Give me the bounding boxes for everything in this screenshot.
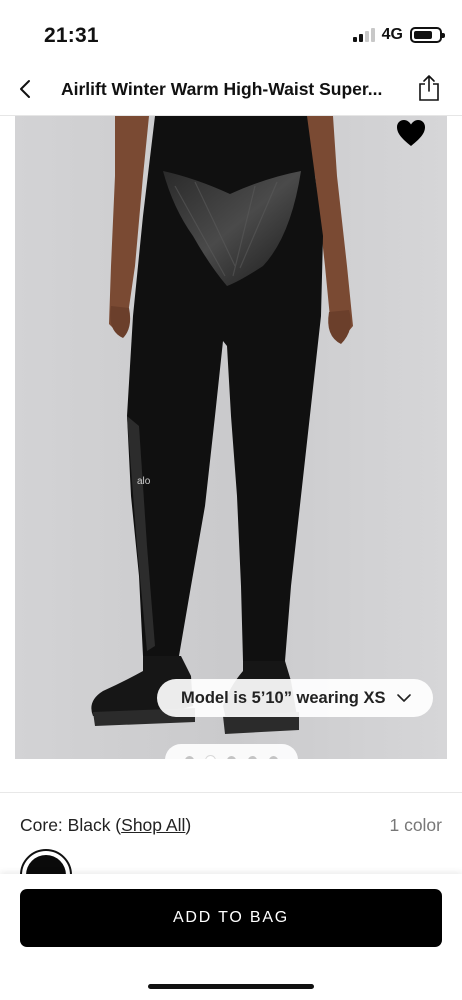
color-row: Core: Black (Shop All) 1 color [20, 815, 442, 839]
pagination-dot-active[interactable] [206, 755, 215, 759]
status-bar: 21:31 4G [0, 0, 462, 62]
pagination-dot[interactable] [269, 755, 278, 759]
product-header: Airlift Winter Warm High-Waist Super... [0, 62, 462, 116]
share-button[interactable] [414, 72, 444, 104]
battery-icon [410, 27, 445, 43]
divider [0, 792, 462, 793]
color-count: 1 color [389, 815, 442, 835]
product-image-gallery[interactable]: alo Model is 5’10” wearing XS [15, 116, 447, 759]
page-title: Airlift Winter Warm High-Waist Super... [61, 79, 383, 99]
status-time: 21:31 [44, 24, 99, 47]
bottom-bar: ADD TO BAG [0, 874, 462, 1000]
share-icon [419, 75, 439, 101]
network-type: 4G [381, 26, 403, 43]
product-photo: alo [15, 116, 447, 759]
status-indicators: 4G [352, 26, 445, 44]
pagination-dot[interactable] [227, 755, 236, 759]
pagination-dot[interactable] [248, 755, 257, 759]
home-indicator [148, 984, 314, 989]
signal-icon [352, 28, 375, 42]
model-info-toggle[interactable]: Model is 5’10” wearing XS [157, 679, 433, 717]
chevron-left-icon [20, 80, 30, 98]
chevron-down-icon [396, 694, 411, 702]
wishlist-button[interactable] [395, 118, 427, 148]
brand-logo: alo [137, 476, 151, 487]
heart-icon [397, 120, 425, 146]
shop-all-link[interactable]: Shop All [121, 815, 185, 835]
model-info-text: Model is 5’10” wearing XS [181, 688, 386, 707]
pagination-dot[interactable] [185, 755, 194, 759]
add-to-bag-button[interactable]: ADD TO BAG [20, 889, 442, 947]
color-label: Core: Black (Shop All) [20, 815, 192, 835]
image-pagination [165, 744, 298, 759]
back-button[interactable] [10, 74, 40, 104]
